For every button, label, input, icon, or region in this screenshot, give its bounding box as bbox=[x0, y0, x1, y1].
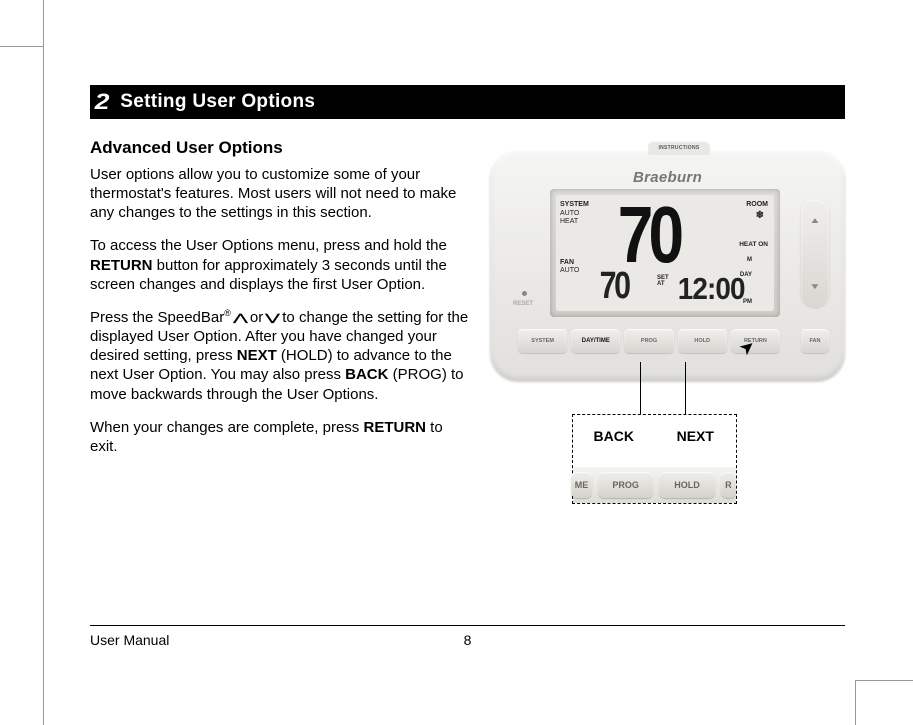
thermostat-device: INSTRUCTIONS Braeburn 70 70 12:00 SYSTEM… bbox=[490, 151, 845, 381]
down-chevron-icon: ⋁ bbox=[266, 312, 280, 324]
prog-button[interactable]: PROG bbox=[624, 329, 673, 353]
page-footer: User Manual 8 bbox=[90, 625, 845, 648]
paragraph: User options allow you to customize some… bbox=[90, 165, 470, 223]
lbl-auto: AUTO bbox=[560, 267, 579, 274]
footer-left: User Manual bbox=[90, 632, 169, 648]
back-label: BACK bbox=[573, 425, 655, 447]
reset-label: RESET bbox=[513, 301, 533, 307]
crop-mark bbox=[855, 680, 913, 681]
section-title: Setting User Options bbox=[120, 91, 315, 113]
zoom-me-fragment: ME bbox=[571, 472, 592, 498]
zoom-button-row: ME PROG HOLD R bbox=[573, 467, 736, 503]
speedbar[interactable]: ▲ ▼ bbox=[801, 199, 829, 307]
lbl-setat: SET AT bbox=[657, 275, 669, 287]
lbl-heat: HEAT bbox=[560, 218, 578, 225]
zoom-detail: BACK NEXT ME PROG HOLD R bbox=[572, 414, 737, 504]
paragraph: Press the SpeedBar® ⋀ or ⋁ to change the… bbox=[90, 308, 470, 404]
instructions-tab: INSTRUCTIONS bbox=[648, 141, 710, 155]
snowflake-icon: ❄ bbox=[756, 210, 764, 221]
up-arrow-icon[interactable]: ▲ bbox=[809, 215, 821, 225]
set-temp: 70 bbox=[600, 265, 629, 308]
zoom-hold-button[interactable]: HOLD bbox=[659, 472, 714, 498]
paragraph: When your changes are complete, press RE… bbox=[90, 418, 470, 456]
paragraph: To access the User Options menu, press a… bbox=[90, 236, 470, 294]
daytime-button[interactable]: DAY/TIME bbox=[571, 329, 620, 353]
fan-button[interactable]: FAN bbox=[801, 329, 829, 353]
section-number: 2 bbox=[95, 89, 110, 115]
crop-mark bbox=[855, 680, 856, 725]
crop-mark bbox=[43, 0, 44, 725]
hold-button[interactable]: HOLD bbox=[678, 329, 727, 353]
crop-mark bbox=[0, 46, 43, 47]
reset-button[interactable] bbox=[522, 291, 527, 296]
lbl-day: DAY bbox=[740, 272, 752, 278]
subheading: Advanced User Options bbox=[90, 137, 470, 159]
lbl-pm: PM bbox=[743, 299, 752, 305]
zoom-r-fragment: R bbox=[721, 472, 736, 498]
lcd-screen: 70 70 12:00 SYSTEM AUTO HEAT FAN AUTO RO… bbox=[556, 195, 774, 311]
lbl-fan: FAN bbox=[560, 259, 574, 266]
lbl-system: SYSTEM bbox=[560, 201, 589, 208]
lcd-frame: 70 70 12:00 SYSTEM AUTO HEAT FAN AUTO RO… bbox=[550, 189, 780, 317]
brand-logo: Braeburn bbox=[633, 169, 702, 186]
section-header: 2 Setting User Options bbox=[90, 85, 845, 119]
body-text: Advanced User Options User options allow… bbox=[90, 137, 470, 470]
page-number: 8 bbox=[464, 632, 472, 648]
lbl-auto: AUTO bbox=[560, 210, 579, 217]
callout-line bbox=[685, 362, 686, 420]
clock: 12:00 bbox=[678, 271, 745, 307]
next-label: NEXT bbox=[655, 425, 737, 447]
down-arrow-icon[interactable]: ▼ bbox=[809, 281, 821, 291]
lbl-heaton: HEAT ON bbox=[739, 241, 768, 248]
lbl-m: M bbox=[747, 257, 752, 263]
lbl-room: ROOM bbox=[746, 201, 768, 208]
callout-line bbox=[640, 362, 641, 420]
system-button[interactable]: SYSTEM bbox=[518, 329, 567, 353]
zoom-prog-button[interactable]: PROG bbox=[598, 472, 653, 498]
up-chevron-icon: ⋀ bbox=[233, 312, 247, 324]
